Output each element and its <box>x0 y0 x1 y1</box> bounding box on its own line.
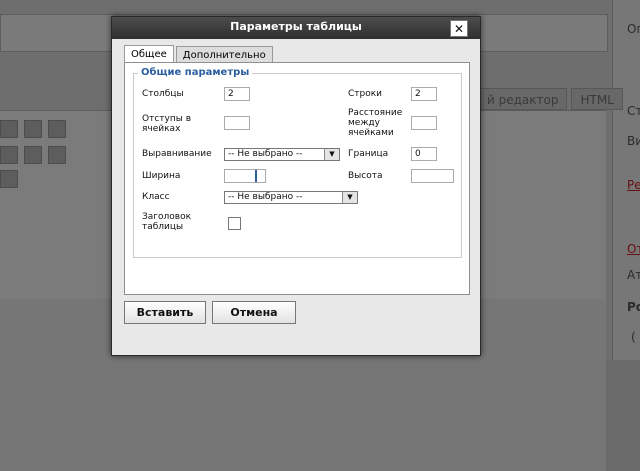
insert-button[interactable]: Вставить <box>124 301 206 324</box>
toolbar-row <box>0 167 18 189</box>
border-label: Граница <box>348 149 389 159</box>
padding-input[interactable] <box>224 116 250 130</box>
align-icon[interactable] <box>48 120 66 138</box>
class-select[interactable]: -- Не выбрано -- ▼ <box>224 191 358 204</box>
side-text: Род <box>627 300 640 314</box>
fieldset-legend: Общие параметры <box>138 67 253 78</box>
tab-visual[interactable]: й редактор <box>478 88 568 110</box>
spacing-input[interactable] <box>411 116 437 130</box>
cancel-button[interactable]: Отмена <box>212 301 296 324</box>
side-link[interactable]: Ред <box>627 178 640 192</box>
width-input[interactable] <box>224 169 266 183</box>
height-input[interactable] <box>411 169 454 183</box>
header-label: Заголовок таблицы <box>142 212 192 232</box>
class-select-value: -- Не выбрано -- <box>228 192 303 202</box>
dialog-title: Параметры таблицы <box>230 20 362 33</box>
close-icon: ✕ <box>453 21 465 36</box>
align-select[interactable]: -- Не выбрано -- ▼ <box>224 148 340 161</box>
general-fieldset: Общие параметры Столбцы 2 Строки 2 Отсту… <box>133 67 462 258</box>
align-select-value: -- Не выбрано -- <box>228 149 303 159</box>
border-input[interactable]: 0 <box>411 147 437 161</box>
rows-label: Строки <box>348 89 383 99</box>
dialog-title-bar[interactable]: Параметры таблицы ✕ <box>112 17 480 39</box>
side-text: Ат <box>627 268 640 282</box>
class-label: Класс <box>142 192 170 202</box>
chevron-down-icon: ▼ <box>324 149 339 160</box>
height-label: Высота <box>348 171 383 181</box>
indent-icon[interactable] <box>24 120 42 138</box>
align-icon[interactable] <box>0 120 18 138</box>
chevron-down-icon: ▼ <box>342 192 357 203</box>
width-label: Ширина <box>142 171 181 181</box>
side-link[interactable]: От <box>627 242 640 256</box>
editor-mode-tabs: й редактор HTML <box>478 88 623 110</box>
align-label: Выравнивание <box>142 149 212 159</box>
columns-label: Столбцы <box>142 89 184 99</box>
toolbar-row <box>0 143 66 165</box>
side-text: ( <box>631 330 636 344</box>
eraser-icon[interactable] <box>24 146 42 164</box>
table-icon[interactable] <box>0 170 18 188</box>
close-button[interactable]: ✕ <box>450 20 468 37</box>
padding-label: Отступы в ячейках <box>142 114 191 134</box>
side-text: Оп <box>627 22 640 36</box>
background-side-panel: Оп Ста Ви Ред От Ат Род ( <box>612 0 640 360</box>
general-panel: Общие параметры Столбцы 2 Строки 2 Отсту… <box>124 62 470 295</box>
toolbar-row <box>0 117 66 139</box>
paste-icon[interactable] <box>0 146 18 164</box>
side-text: Ста <box>627 104 640 118</box>
side-text: Ви <box>627 134 640 148</box>
tab-html[interactable]: HTML <box>571 88 623 110</box>
spacing-label: Расстояние между ячейками <box>348 108 403 138</box>
header-checkbox[interactable] <box>228 217 241 230</box>
columns-input[interactable]: 2 <box>224 87 250 101</box>
table-properties-dialog: Параметры таблицы ✕ Общее Дополнительно … <box>111 16 481 356</box>
omega-icon[interactable] <box>48 146 66 164</box>
rows-input[interactable]: 2 <box>411 87 437 101</box>
text-cursor <box>255 170 257 182</box>
